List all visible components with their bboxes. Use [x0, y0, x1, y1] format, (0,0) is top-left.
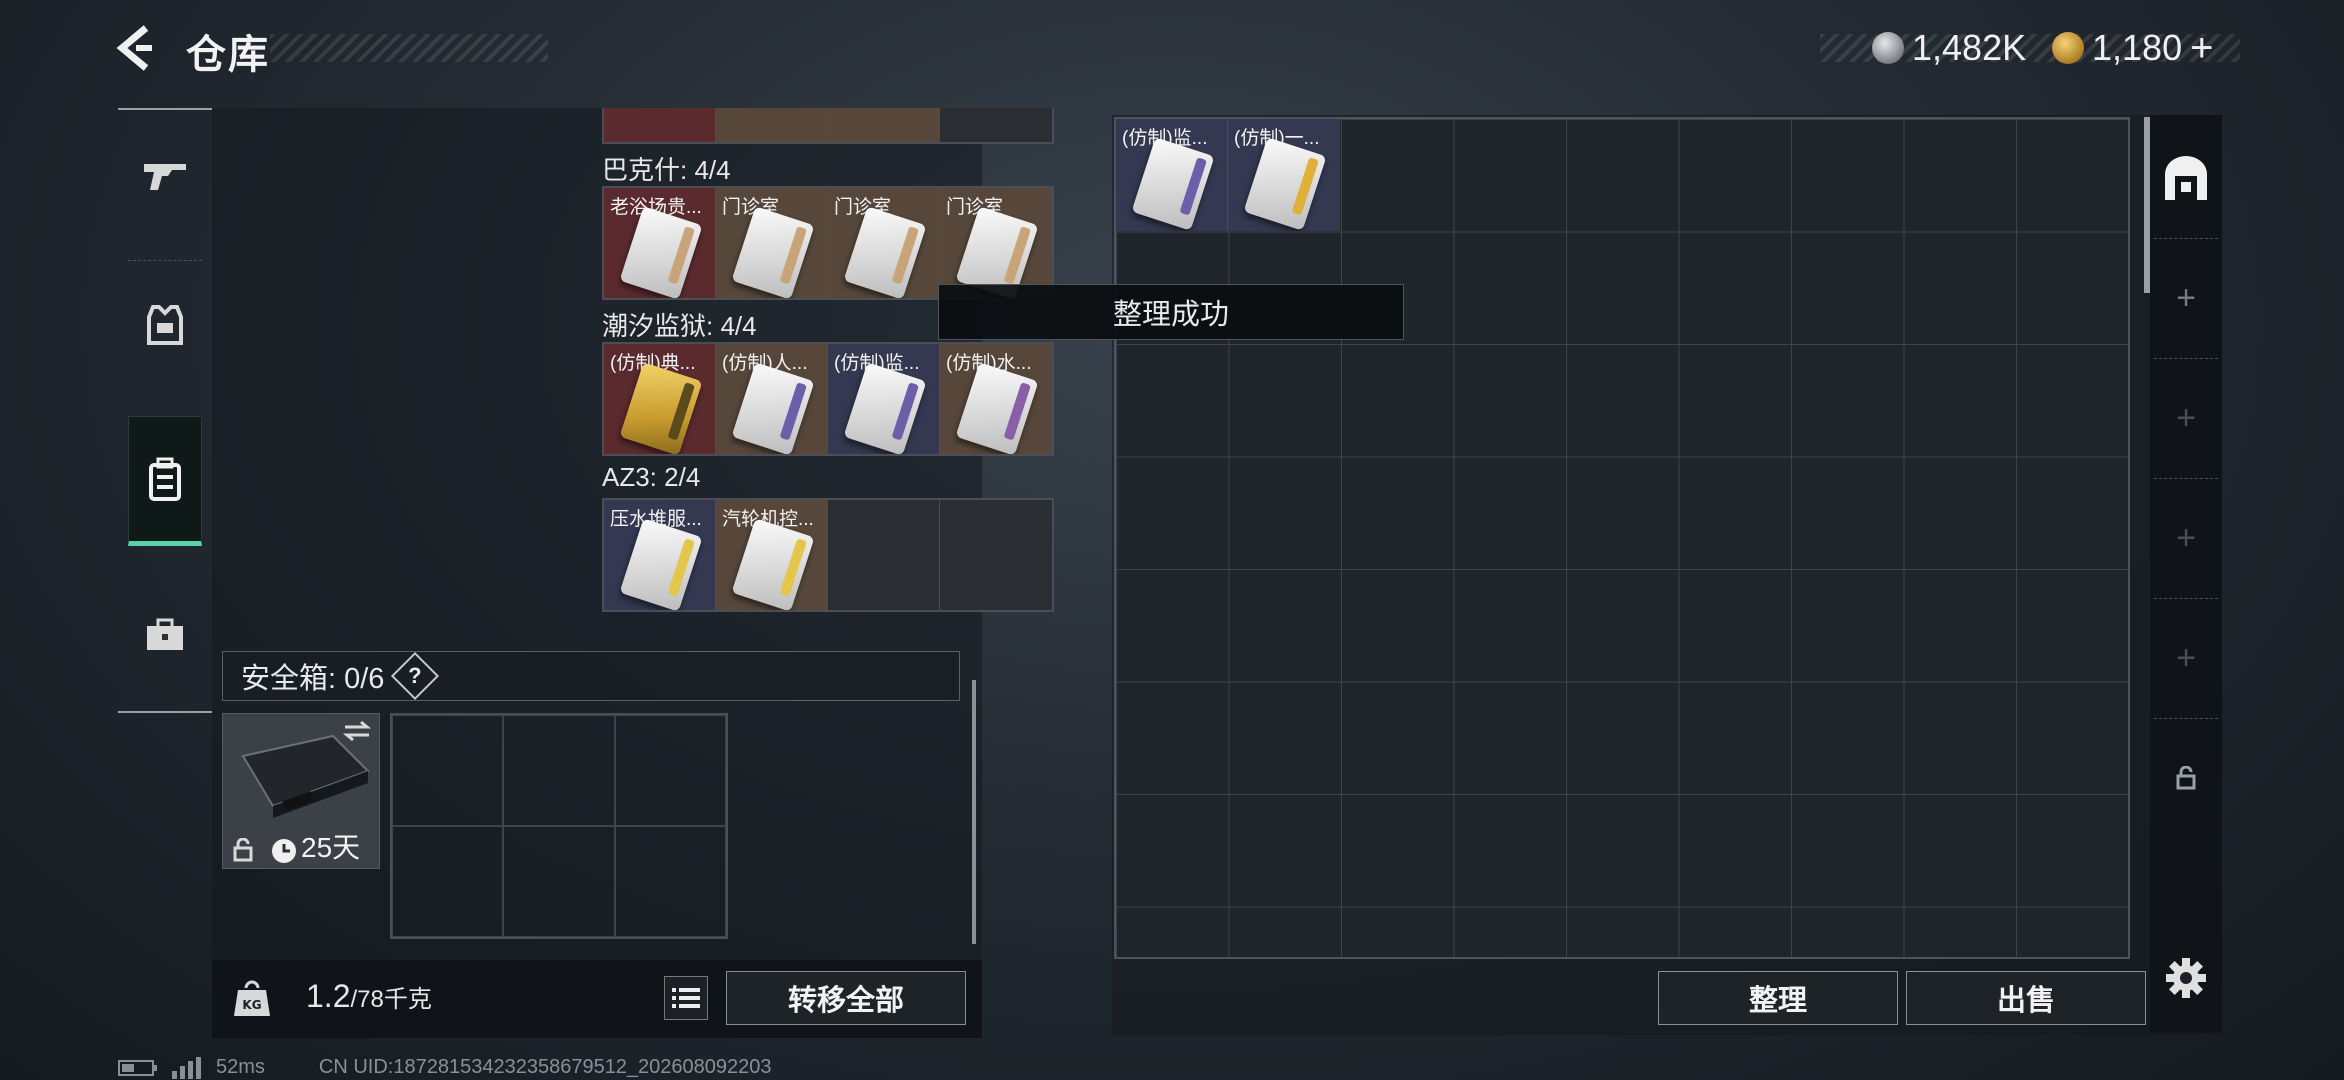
key-card-icon — [619, 362, 703, 454]
key-card-slot[interactable]: 汽轮机控... — [716, 500, 828, 610]
empty-slot[interactable] — [940, 500, 1052, 610]
key-card-slot[interactable]: (仿制)监... — [828, 344, 940, 454]
storage-grid[interactable]: (仿制)监... (仿制)一... — [1114, 117, 2130, 959]
nav-backpack[interactable] — [128, 416, 202, 546]
add-storage-tab[interactable]: + — [2150, 598, 2222, 718]
sell-button[interactable]: 出售 — [1906, 971, 2146, 1025]
key-card-slot[interactable]: 压水堆服... — [604, 500, 716, 610]
key-row: 老浴场贵... 门诊室 门诊室 门诊室 — [602, 186, 1054, 300]
key-card-icon — [843, 362, 927, 454]
clock-icon — [272, 839, 296, 863]
silver-amount: 1,482K — [1912, 27, 2027, 68]
key-card-slot[interactable]: (仿制)人... — [716, 344, 828, 454]
warehouse-icon — [2165, 156, 2207, 200]
key-row: 压水堆服... 汽轮机控... — [602, 498, 1054, 612]
silver-currency: 1,482K — [1872, 26, 2026, 70]
silver-coin-icon — [1872, 32, 1904, 64]
nav-briefcase[interactable] — [128, 570, 202, 700]
safebox-grid[interactable] — [390, 713, 728, 939]
weight-readout: 1.2/78千克 — [306, 978, 432, 1014]
storage-item[interactable]: (仿制)监... — [1116, 119, 1228, 231]
section-title: AZ3: 2/4 — [602, 462, 701, 492]
nav-armor[interactable] — [128, 260, 202, 390]
safebox-label: 安全箱: 0/6 — [241, 663, 385, 695]
add-storage-tab[interactable]: + — [2150, 238, 2222, 358]
gear-icon — [2166, 958, 2206, 998]
key-card-icon — [1243, 137, 1327, 231]
armor-vest-icon — [147, 305, 183, 345]
list-view-button[interactable] — [664, 976, 708, 1020]
gold-coin-icon — [2052, 32, 2084, 64]
organize-button[interactable]: 整理 — [1658, 971, 1898, 1025]
add-storage-tab[interactable]: + — [2150, 478, 2222, 598]
user-uid: CN UID:18728153423235867951​2_2026080922… — [318, 1056, 772, 1078]
lock-icon — [233, 838, 253, 862]
category-nav — [118, 108, 212, 713]
empty-slot[interactable] — [828, 500, 940, 610]
status-bar: 52ms CN UID:18728153423235867951​2_20260… — [118, 1056, 772, 1079]
help-button[interactable]: ? — [391, 651, 440, 701]
left-scrollbar[interactable] — [972, 680, 976, 944]
key-card-slot[interactable]: (仿制)典... — [604, 344, 716, 454]
battery-icon — [118, 1059, 157, 1076]
rental-timer: 25天 — [301, 832, 361, 863]
lock-icon — [2176, 766, 2196, 790]
back-button[interactable] — [112, 22, 162, 74]
partial-row — [602, 108, 1054, 144]
storage-item[interactable]: (仿制)一... — [1228, 119, 1340, 231]
plus-icon: + — [2176, 638, 2196, 677]
swap-icon[interactable] — [343, 720, 371, 742]
plus-icon: + — [2176, 278, 2196, 317]
ping: 52ms — [216, 1056, 265, 1078]
add-storage-tab[interactable]: + — [2150, 358, 2222, 478]
key-card-icon — [843, 206, 927, 298]
storage-tab-main[interactable] — [2150, 118, 2222, 238]
section-title: 潮汐监狱: 4/4 — [602, 311, 757, 341]
svg-text:KG: KG — [242, 998, 261, 1012]
gold-currency[interactable]: 1,180 + — [2052, 26, 2213, 70]
toast-message: 整理成功 — [938, 284, 1404, 340]
safebox-container[interactable]: 25天 — [222, 713, 380, 869]
nav-weapons[interactable] — [128, 110, 202, 240]
section-title: 巴克什: 4/4 — [602, 155, 731, 185]
key-card-icon — [731, 206, 815, 298]
gun-icon — [144, 164, 186, 190]
page-title: 仓库 — [186, 33, 270, 77]
key-row: (仿制)典... (仿制)人... (仿制)监... (仿制)水... — [602, 342, 1054, 456]
key-card-slot[interactable]: 门诊室 — [828, 188, 940, 298]
key-card-icon — [955, 362, 1039, 454]
key-card-icon — [731, 362, 815, 454]
key-card-icon — [1131, 137, 1215, 231]
key-card-slot[interactable]: 门诊室 — [940, 188, 1052, 298]
key-card-icon — [619, 518, 703, 610]
key-card-icon — [619, 206, 703, 298]
transfer-all-button[interactable]: 转移全部 — [726, 971, 966, 1025]
key-card-slot[interactable]: (仿制)水... — [940, 344, 1052, 454]
settings-button[interactable] — [2164, 956, 2208, 1000]
locked-storage-tab[interactable] — [2150, 718, 2222, 838]
signal-icon — [172, 1056, 201, 1079]
add-currency-button[interactable]: + — [2190, 26, 2213, 71]
chevron-left-icon — [116, 25, 152, 71]
backpack-icon — [149, 457, 181, 501]
plus-icon: + — [2176, 518, 2196, 557]
gold-amount: 1,180 — [2092, 27, 2183, 68]
safebox-header: 安全箱: 0/6 ? — [222, 651, 960, 701]
plus-icon: + — [2176, 398, 2196, 437]
list-icon — [672, 988, 700, 1008]
briefcase-icon — [147, 618, 183, 650]
key-card-icon — [731, 518, 815, 610]
key-card-slot[interactable]: 老浴场贵... — [604, 188, 716, 298]
weight-icon: KG — [234, 980, 270, 1016]
title-decoration — [270, 34, 548, 62]
key-card-slot[interactable]: 门诊室 — [716, 188, 828, 298]
